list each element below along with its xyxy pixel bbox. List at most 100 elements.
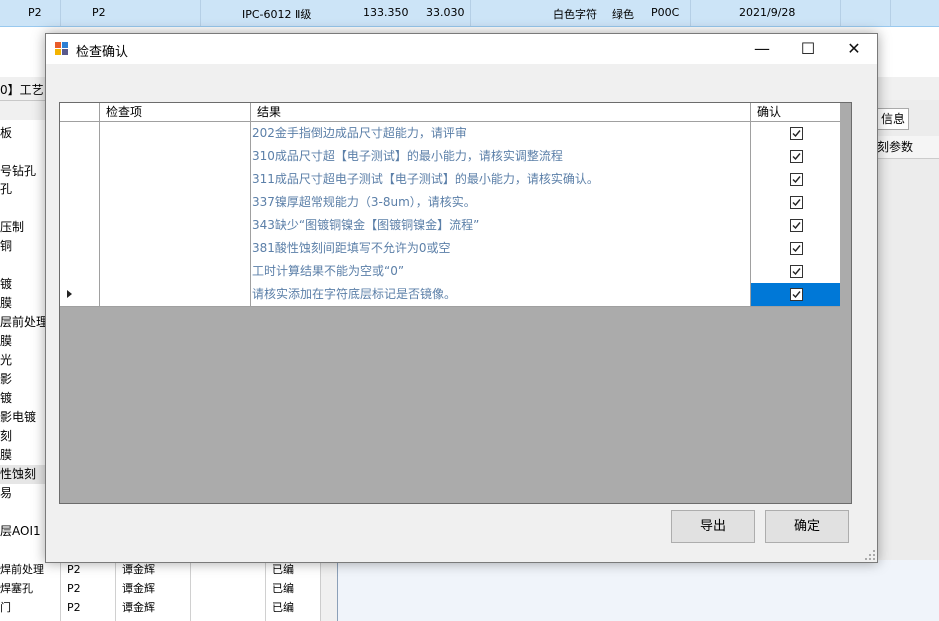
list-item[interactable]	[0, 503, 48, 522]
confirm-checkbox[interactable]	[790, 219, 803, 232]
cell-result[interactable]: 337镍厚超常规能力（3-8um），请核实。	[251, 191, 751, 214]
cell-confirm[interactable]	[751, 122, 840, 145]
cell-confirm-selected[interactable]	[751, 283, 840, 306]
confirm-checkbox[interactable]	[790, 242, 803, 255]
row-header[interactable]	[60, 145, 100, 168]
check-icon	[792, 222, 801, 230]
confirm-checkbox[interactable]	[790, 196, 803, 209]
row-header[interactable]	[60, 168, 100, 191]
table-row-current[interactable]: 请核实添加在字符底层标记是否镜像。	[60, 283, 840, 307]
row-header[interactable]	[60, 191, 100, 214]
maximize-button[interactable]: ☐	[785, 34, 831, 64]
check-icon	[792, 176, 801, 184]
table-row[interactable]: 381酸性蚀刻间距填写不允许为0或空	[60, 237, 840, 261]
cell-result[interactable]: 请核实添加在字符底层标记是否镜像。	[251, 283, 751, 306]
tab-info[interactable]: 信息	[877, 108, 909, 130]
table-row[interactable]: 343缺少“图镀铜镍金【图镀铜镍金】流程”	[60, 214, 840, 238]
confirm-checkbox[interactable]	[790, 265, 803, 278]
list-item[interactable]: 号钻孔	[0, 162, 48, 181]
list-item[interactable]: 镀	[0, 389, 48, 408]
export-button[interactable]: 导出	[671, 510, 755, 543]
cell-name: 门	[0, 601, 11, 614]
table-row[interactable]: 310成品尺寸超【电子测试】的最小能力，请核实调整流程	[60, 145, 840, 169]
close-button[interactable]: ✕	[831, 34, 877, 64]
row-header[interactable]	[60, 260, 100, 283]
list-item[interactable]: 膜	[0, 294, 48, 313]
dialog-titlebar[interactable]: 检查确认 — ☐ ✕	[46, 34, 877, 64]
current-row-arrow-icon	[67, 290, 72, 298]
cell-result[interactable]: 202金手指倒边成品尺寸超能力，请评审	[251, 122, 751, 145]
minimize-button[interactable]: —	[739, 34, 785, 64]
cell-check-item[interactable]	[100, 214, 251, 237]
list-item[interactable]: 板	[0, 124, 48, 143]
confirm-checkbox[interactable]	[790, 127, 803, 140]
cell-result[interactable]: 工时计算结果不能为空或“0”	[251, 260, 751, 283]
cell-result[interactable]: 310成品尺寸超【电子测试】的最小能力，请核实调整流程	[251, 145, 751, 168]
cell-result[interactable]: 311成品尺寸超电子测试【电子测试】的最小能力，请核实确认。	[251, 168, 751, 191]
cell-check-item[interactable]	[100, 260, 251, 283]
list-item[interactable]: 光	[0, 351, 48, 370]
cell-result[interactable]: 343缺少“图镀铜镍金【图镀铜镍金】流程”	[251, 214, 751, 237]
check-results-grid[interactable]: 检查项 结果 确认 202金手指倒边成品尺寸超能力，请评审 310成品尺寸超【电…	[59, 102, 852, 504]
row-header-corner[interactable]	[60, 103, 100, 121]
bg-cell: P00C	[651, 6, 680, 19]
list-item[interactable]	[0, 199, 48, 218]
table-row[interactable]: 焊塞孔 P2 谭金辉 已编	[0, 579, 320, 598]
table-row[interactable]: 门 P2 谭金辉 已编	[0, 598, 320, 617]
list-item[interactable]	[0, 143, 48, 162]
cell-confirm[interactable]	[751, 145, 840, 168]
list-item[interactable]: 易	[0, 484, 48, 503]
cell-confirm[interactable]	[751, 260, 840, 283]
table-row[interactable]: 202金手指倒边成品尺寸超能力，请评审	[60, 122, 840, 146]
confirm-checkbox[interactable]	[790, 288, 803, 301]
cell-confirm[interactable]	[751, 191, 840, 214]
row-header[interactable]	[60, 237, 100, 260]
cell-result[interactable]: 381酸性蚀刻间距填写不允许为0或空	[251, 237, 751, 260]
bg-params-header: 刻参数	[877, 136, 939, 159]
list-item[interactable]: 压制	[0, 218, 48, 237]
bg-cell: 白色字符	[553, 8, 597, 21]
cell-confirm[interactable]	[751, 237, 840, 260]
table-row[interactable]: 337镍厚超常规能力（3-8um），请核实。	[60, 191, 840, 215]
confirm-checkbox[interactable]	[790, 173, 803, 186]
cell-check-item[interactable]	[100, 283, 251, 306]
bg-scrollbar[interactable]	[320, 560, 338, 621]
cell-person: 谭金辉	[122, 582, 155, 595]
row-header[interactable]	[60, 283, 100, 306]
bg-cell: 133.350	[363, 6, 409, 19]
cell-status: 已编	[272, 601, 294, 614]
table-row[interactable]: 311成品尺寸超电子测试【电子测试】的最小能力，请核实确认。	[60, 168, 840, 192]
background-selected-row[interactable]: P2 P2 IPC-6012 Ⅱ级 133.350 33.030 白色字符 绿色…	[0, 0, 939, 27]
row-header[interactable]	[60, 214, 100, 237]
cell-check-item[interactable]	[100, 237, 251, 260]
column-header-item[interactable]: 检查项	[100, 103, 251, 121]
cell-confirm[interactable]	[751, 168, 840, 191]
table-row[interactable]: 工时计算结果不能为空或“0”	[60, 260, 840, 284]
cell-status: 已编	[272, 582, 294, 595]
list-item[interactable]: 铜	[0, 237, 48, 256]
cell-person: 谭金辉	[122, 601, 155, 614]
confirm-checkbox[interactable]	[790, 150, 803, 163]
cell-check-item[interactable]	[100, 191, 251, 214]
list-item-selected[interactable]: 性蚀刻	[0, 465, 48, 484]
list-item[interactable]: 孔	[0, 180, 48, 199]
list-item[interactable]: 层前处理	[0, 313, 48, 332]
column-header-confirm[interactable]: 确认	[751, 103, 840, 121]
column-header-result[interactable]: 结果	[251, 103, 751, 121]
bg-cell: IPC-6012 Ⅱ级	[242, 8, 312, 21]
cell-check-item[interactable]	[100, 168, 251, 191]
row-header[interactable]	[60, 122, 100, 145]
list-item[interactable]: 镀	[0, 275, 48, 294]
list-item[interactable]: 膜	[0, 446, 48, 465]
list-item[interactable]: 刻	[0, 427, 48, 446]
cell-confirm[interactable]	[751, 214, 840, 237]
list-item[interactable]	[0, 256, 48, 275]
list-item[interactable]: 膜	[0, 332, 48, 351]
list-item[interactable]: 影	[0, 370, 48, 389]
ok-button[interactable]: 确定	[765, 510, 849, 543]
cell-check-item[interactable]	[100, 145, 251, 168]
list-item[interactable]: 影电镀	[0, 408, 48, 427]
cell-check-item[interactable]	[100, 122, 251, 145]
list-item[interactable]: 层AOI1	[0, 522, 48, 541]
resize-grip-icon[interactable]	[865, 550, 875, 560]
